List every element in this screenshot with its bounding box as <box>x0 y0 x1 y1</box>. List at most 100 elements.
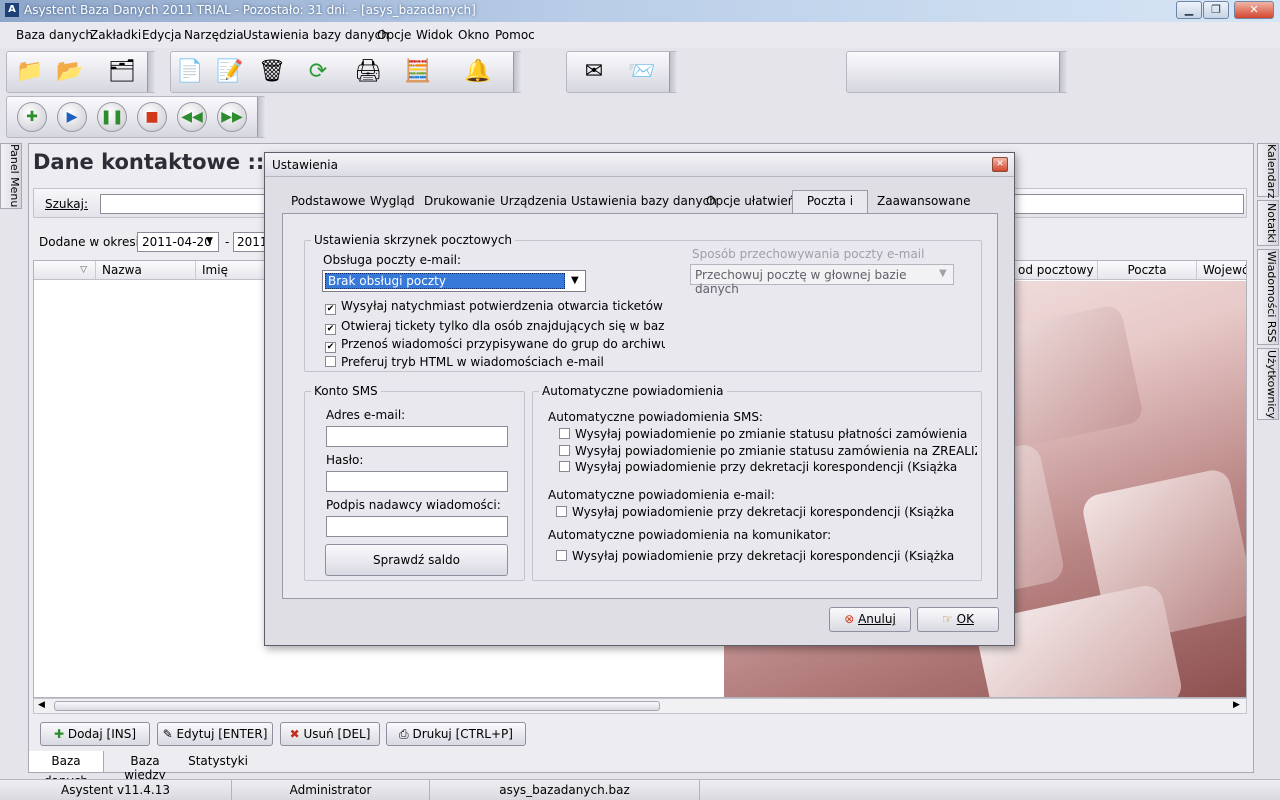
checkbox-unchecked-icon[interactable] <box>559 461 570 472</box>
checkbox-checked-icon[interactable]: ✔ <box>325 304 336 315</box>
add-record-icon[interactable]: 📄 <box>173 55 207 89</box>
toolbar-grip[interactable] <box>669 52 678 92</box>
tab-statystyki[interactable]: Statystyki <box>188 754 248 772</box>
toolbar-grip[interactable] <box>1059 52 1068 92</box>
menu-baza-danych[interactable]: Baza danych <box>16 28 93 42</box>
tab-drukowanie[interactable]: Drukowanie <box>421 191 498 213</box>
edit-button[interactable]: ✎ Edytuj [ENTER] <box>157 722 273 746</box>
tab-urzadzenia[interactable]: Urządzenia <box>497 191 570 213</box>
open-folder-icon[interactable]: 📂 <box>53 55 87 89</box>
sms-notify-decree[interactable]: Wysyłaj powiadomienie przy dekretacji ko… <box>559 460 977 474</box>
tab-podstawowe[interactable]: Podstawowe <box>288 191 368 213</box>
tab-opcje-ulatwien[interactable]: Opcje ułatwień <box>703 191 798 213</box>
email-notifications-heading: Automatyczne powiadomienia e-mail: <box>548 488 775 502</box>
im-notifications-heading: Automatyczne powiadomienia na komunikato… <box>548 528 832 542</box>
mailbox-settings-group: Ustawienia skrzynek pocztowych Obsługa p… <box>304 233 982 372</box>
scroll-right-icon[interactable]: ▶ <box>1233 700 1240 710</box>
menu-zakladki[interactable]: Zakładki <box>90 28 141 42</box>
forward-icon[interactable]: ▶▶ <box>217 102 247 132</box>
tab-zaawansowane[interactable]: Zaawansowane <box>874 191 973 213</box>
toolbar-grip[interactable] <box>257 97 266 137</box>
add-button[interactable]: ✚ Dodaj [INS] <box>40 722 150 746</box>
sidetab-rss[interactable]: Wiadomości RSS <box>1257 249 1279 345</box>
sort-arrow-icon[interactable]: ▽ <box>34 261 96 279</box>
mail-handling-select[interactable]: Brak obsługi poczty ▼ <box>322 270 586 292</box>
stop-icon[interactable]: ■ <box>137 102 167 132</box>
check-balance-button[interactable]: Sprawdź saldo <box>325 544 508 576</box>
option-prefer-html[interactable]: Preferuj tryb HTML w wiadomościach e-mai… <box>325 355 665 369</box>
mail-handling-label: Obsługa poczty e-mail: <box>323 253 462 267</box>
tab-wyglad[interactable]: Wygląd <box>367 191 418 213</box>
tab-ustawienia-bazy[interactable]: Ustawienia bazy danych <box>568 191 720 213</box>
storage-select[interactable]: Przechowuj pocztę w głownej bazie danych… <box>690 264 954 296</box>
sms-password-input[interactable] <box>326 471 508 492</box>
scrollbar-thumb[interactable] <box>54 701 660 711</box>
checkbox-unchecked-icon[interactable] <box>559 428 570 439</box>
mail-list-icon[interactable]: 📨 <box>625 55 659 89</box>
menu-edycja[interactable]: Edycja <box>142 28 182 42</box>
delete-button[interactable]: ✖ Usuń [DEL] <box>280 722 380 746</box>
sms-notify-completed[interactable]: Wysyłaj powiadomienie po zmianie statusu… <box>559 444 977 458</box>
toolbar-grip[interactable] <box>513 52 522 92</box>
menu-pomoc[interactable]: Pomoc <box>495 28 535 42</box>
email-notify-decree[interactable]: Wysyłaj powiadomienie przy dekretacji ko… <box>556 505 974 519</box>
cancel-button[interactable]: ⊗ Anuluj <box>829 607 911 632</box>
sidetab-kalendarz[interactable]: Kalendarz <box>1257 143 1279 199</box>
refresh-icon[interactable]: ⟳ <box>301 55 335 89</box>
tab-poczta-i-sms[interactable]: Poczta i SMS <box>792 190 868 229</box>
menu-narzedzia[interactable]: Narzędzia <box>184 28 244 42</box>
calculator-icon[interactable]: 🧮 <box>401 55 435 89</box>
new-folder-icon[interactable]: 📁 <box>13 55 47 89</box>
checkbox-unchecked-icon[interactable] <box>325 356 336 367</box>
delete-folder-icon[interactable]: 🗂 <box>105 55 139 89</box>
ok-button[interactable]: ☞ OK <box>917 607 999 632</box>
settings-dialog: Ustawienia ✕ Podstawowe Wygląd Drukowani… <box>264 152 1015 646</box>
checkbox-unchecked-icon[interactable] <box>556 550 567 561</box>
delete-record-icon[interactable]: 🗑 <box>255 55 289 89</box>
menu-okno[interactable]: Okno <box>458 28 489 42</box>
menu-widok[interactable]: Widok <box>416 28 453 42</box>
menu-opcje[interactable]: Opcje <box>377 28 411 42</box>
sidetab-panel-menu[interactable]: Panel Menu <box>0 143 22 209</box>
sidetab-notatki[interactable]: Notatki <box>1257 200 1279 246</box>
grid-header-kod[interactable]: od pocztowy <box>1012 261 1098 279</box>
toolbar-grip[interactable] <box>147 52 156 92</box>
grid-header-wojewodztwo[interactable]: Wojewód <box>1197 261 1246 279</box>
sms-notify-payment[interactable]: Wysyłaj powiadomienie po zmianie statusu… <box>559 427 977 441</box>
printer-icon[interactable]: 🖨 <box>351 55 385 89</box>
print-button[interactable]: ⎙ Drukuj [CTRL+P] <box>386 722 526 746</box>
bell-icon[interactable]: 🔔 <box>461 55 495 89</box>
window-titlebar: A Asystent Baza Danych 2011 TRIAL - Pozo… <box>0 0 1280 22</box>
checkbox-checked-icon[interactable]: ✔ <box>325 342 336 353</box>
checkbox-unchecked-icon[interactable] <box>556 506 567 517</box>
checkbox-checked-icon[interactable]: ✔ <box>325 324 336 335</box>
play-icon[interactable]: ▶ <box>57 102 87 132</box>
scroll-left-icon[interactable]: ◀ <box>38 700 45 710</box>
grid-header-poczta[interactable]: Poczta <box>1098 261 1197 279</box>
checkbox-unchecked-icon[interactable] <box>559 445 570 456</box>
menu-ustawienia-bazy[interactable]: Ustawienia bazy danych <box>243 28 389 42</box>
toolbar-file-group: 📁 📂 🗂 <box>6 51 156 93</box>
option-open-tickets[interactable]: ✔ Otwieraj tickety tylko dla osób znajduj… <box>325 319 665 335</box>
date-from-field[interactable]: 2011-04-20 ▼ <box>137 232 219 252</box>
sms-signature-input[interactable] <box>326 516 508 537</box>
option-send-confirmations[interactable]: ✔ Wysyłaj natychmiast potwierdzenia otwar… <box>325 299 665 315</box>
option-move-to-archive[interactable]: ✔ Przenoś wiadomości przypisywane do grup… <box>325 337 665 353</box>
close-button[interactable]: ✕ <box>1234 1 1274 19</box>
sms-email-input[interactable] <box>326 426 508 447</box>
rewind-icon[interactable]: ◀◀ <box>177 102 207 132</box>
horizontal-scrollbar[interactable]: ◀ ▶ <box>33 698 1247 714</box>
tab-baza-danych[interactable]: Baza danych <box>28 751 104 788</box>
edit-record-icon[interactable]: 📝 <box>213 55 247 89</box>
tab-baza-wiedzy[interactable]: Baza wiedzy <box>110 754 180 782</box>
send-mail-icon[interactable]: ✉ <box>577 55 611 89</box>
dialog-close-button[interactable]: ✕ <box>992 157 1008 172</box>
grid-header-nazwa[interactable]: Nazwa <box>96 261 196 279</box>
restore-button[interactable]: ❐ <box>1203 1 1229 19</box>
im-notify-decree[interactable]: Wysyłaj powiadomienie przy dekretacji ko… <box>556 549 974 563</box>
sidetab-uzytkownicy[interactable]: Użytkownicy <box>1257 348 1279 420</box>
option-label: Wysyłaj powiadomienie po zmianie statusu… <box>575 444 977 458</box>
minimize-button[interactable]: ▁ <box>1176 1 1202 19</box>
add-circle-icon[interactable]: ✚ <box>17 102 47 132</box>
pause-icon[interactable]: ❚❚ <box>97 102 127 132</box>
